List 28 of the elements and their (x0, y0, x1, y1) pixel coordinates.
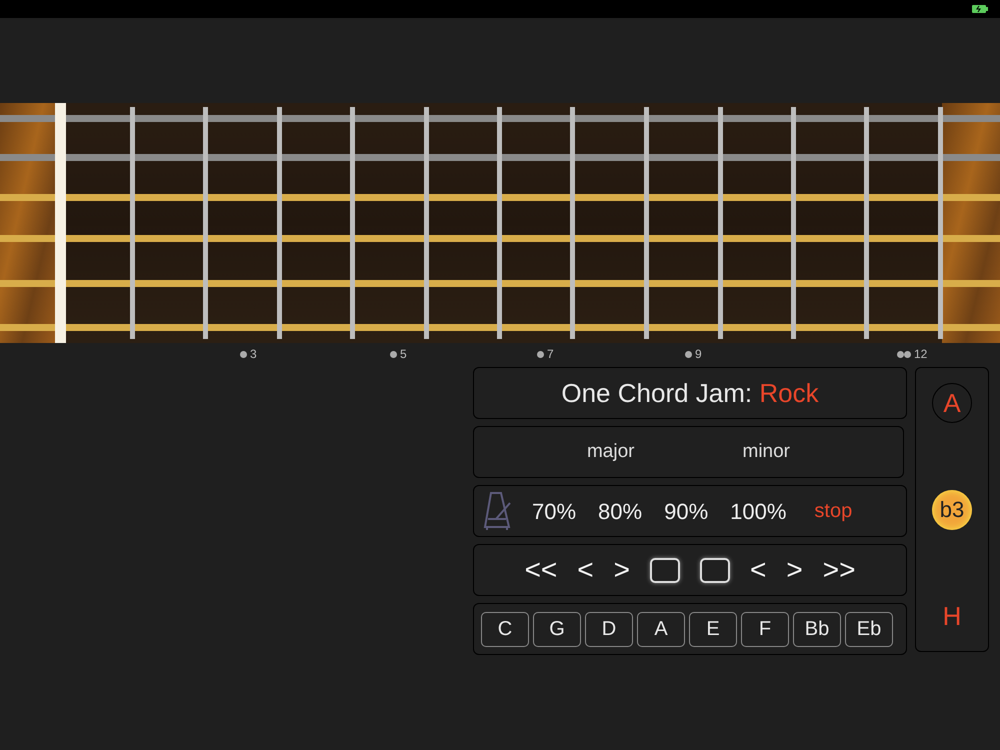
stop-button[interactable]: stop (814, 496, 852, 526)
mode-button[interactable]: major (586, 438, 634, 466)
step-button[interactable]: > (614, 556, 630, 584)
key-button[interactable]: F (741, 612, 789, 646)
interval-button[interactable]: b3 (932, 490, 972, 530)
interval-button[interactable]: H (932, 596, 972, 636)
step-button[interactable]: < (577, 556, 594, 584)
interval-button[interactable]: A (932, 383, 972, 423)
jam-title: One Chord Jam: Rock (561, 376, 819, 410)
key-button[interactable]: Eb (845, 612, 893, 646)
tempo-button[interactable]: 100% (730, 494, 786, 528)
key-button[interactable]: D (585, 612, 633, 646)
step-button[interactable]: << (524, 556, 558, 584)
metronome-icon (482, 491, 512, 531)
key-button[interactable]: E (689, 612, 737, 646)
step-button[interactable]: >> (822, 556, 856, 584)
key-button[interactable]: G (533, 612, 581, 646)
square-button[interactable] (700, 558, 730, 582)
tempo-button[interactable]: 80% (598, 494, 642, 528)
tempo-button[interactable]: 70% (532, 494, 576, 528)
tempo-button[interactable]: 90% (664, 494, 708, 528)
step-button[interactable]: > (786, 556, 803, 584)
square-button[interactable] (650, 558, 680, 582)
key-button[interactable]: Bb (793, 612, 841, 646)
key-button[interactable]: A (637, 612, 685, 646)
mode-button[interactable]: minor (742, 438, 790, 466)
key-button[interactable]: C (481, 612, 529, 646)
step-button[interactable]: < (750, 556, 766, 584)
